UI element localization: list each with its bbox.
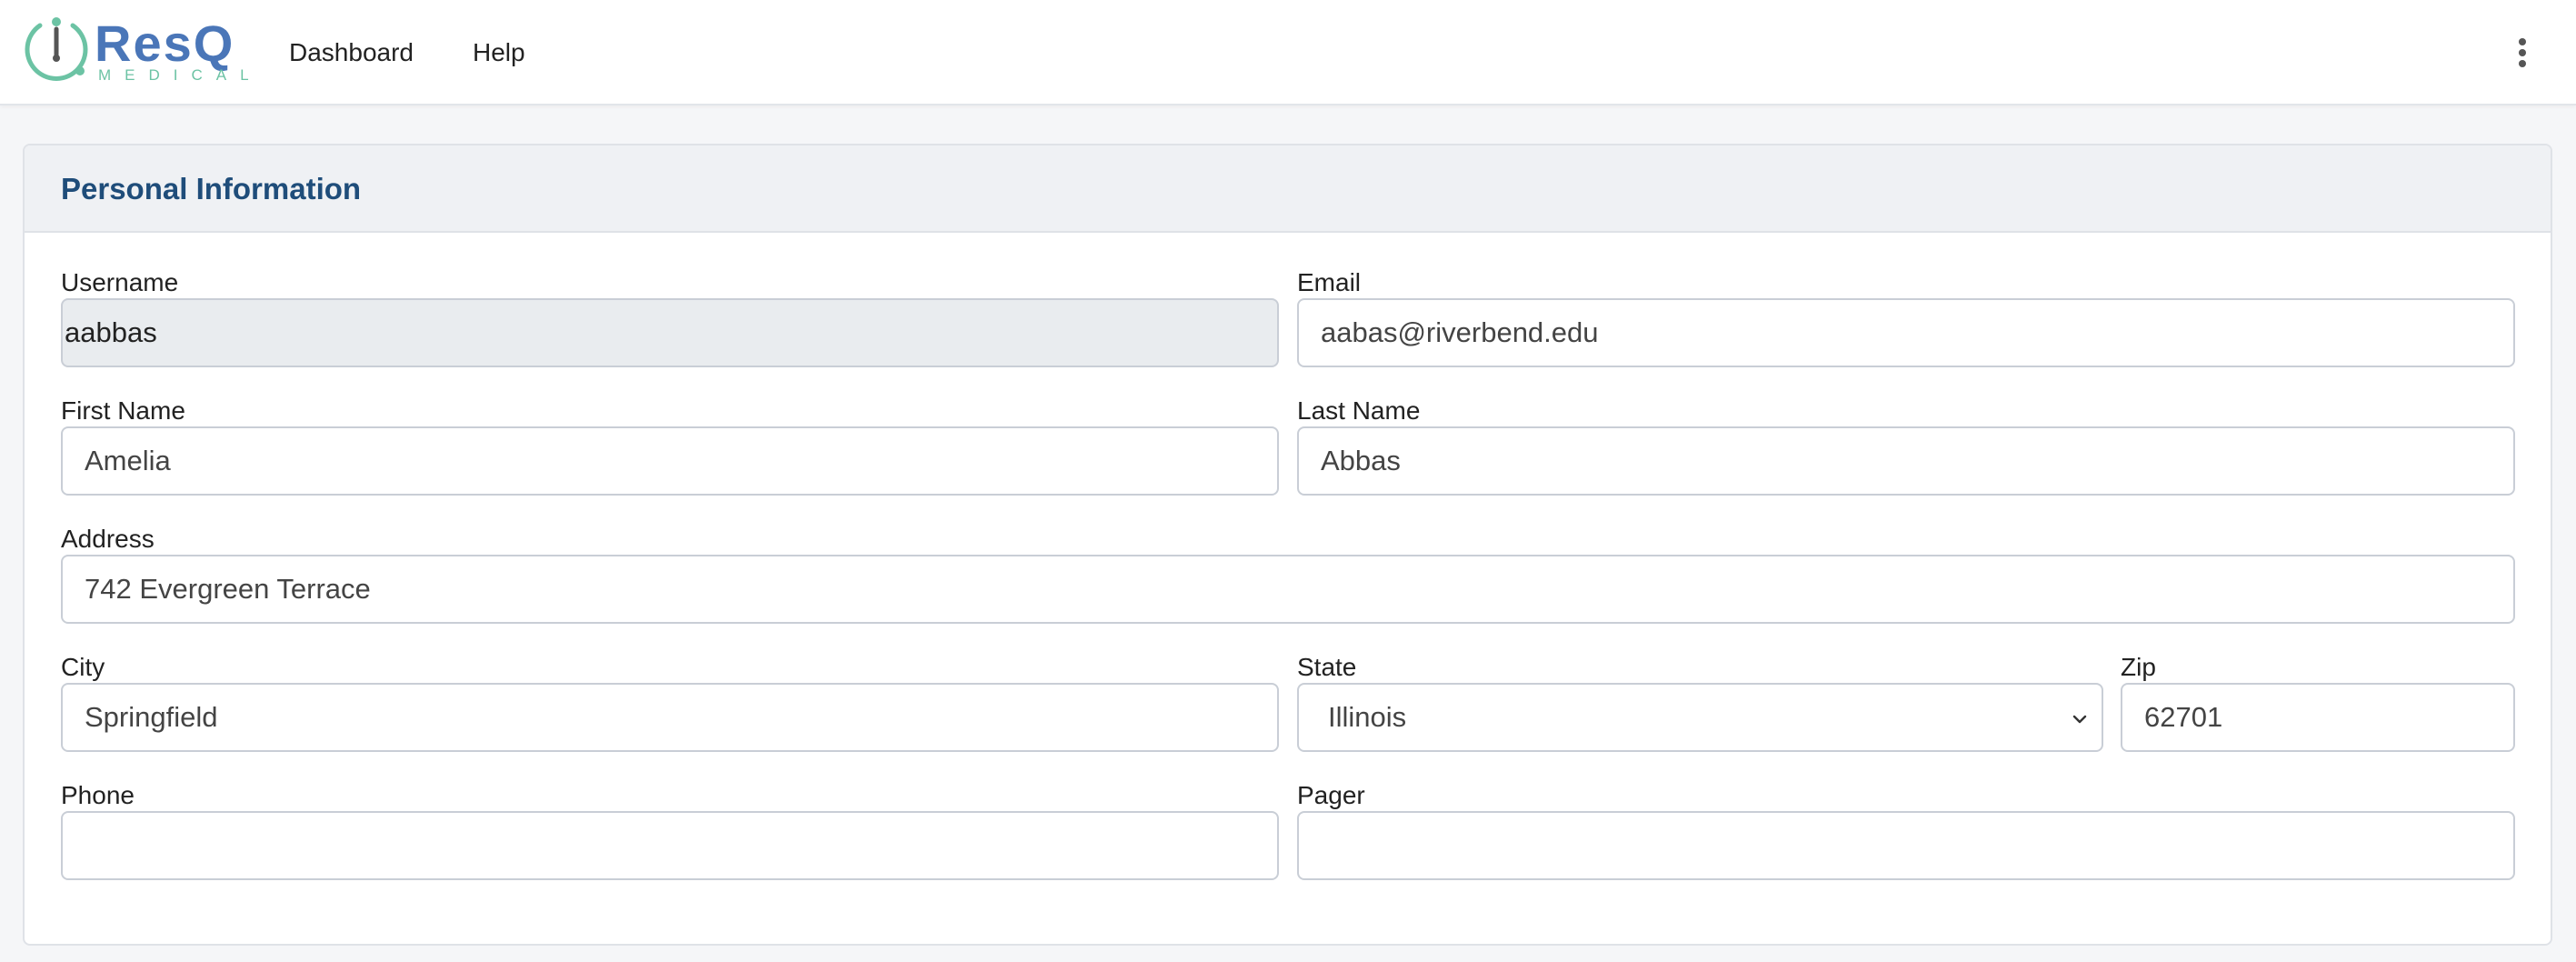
state-label: State [1297,653,1357,681]
username-field[interactable] [61,298,1279,367]
address-field[interactable] [61,555,2515,624]
pager-field[interactable] [1297,811,2515,880]
brand-logo[interactable]: ResQ MEDICAL [22,15,249,87]
top-navbar: ResQ MEDICAL Dashboard Help [0,0,2576,105]
card-title: Personal Information [61,172,362,205]
last-name-field[interactable] [1297,426,2515,496]
personal-information-card: Personal Information Username Email Firs… [23,144,2552,946]
city-label: City [61,653,105,681]
first-name-label: First Name [61,396,185,425]
last-name-label: Last Name [1297,396,1421,425]
pager-label: Pager [1297,781,1365,809]
zip-label: Zip [2121,653,2156,681]
first-name-field[interactable] [61,426,1279,496]
brand-name: ResQ [95,15,235,72]
brand-subtitle: MEDICAL [98,66,263,84]
city-field[interactable] [61,683,1279,752]
nav-help-link[interactable]: Help [473,35,525,71]
resq-logo-icon [25,17,88,81]
kebab-dot [2519,38,2526,45]
kebab-dot [2519,49,2526,56]
phone-field[interactable] [61,811,1279,880]
state-selected-value: Illinois [1328,701,1407,733]
username-label: Username [61,268,179,296]
state-select[interactable]: Illinois [1297,683,2103,752]
nav-dashboard-link[interactable]: Dashboard [289,35,414,71]
chevron-down-icon [2072,715,2087,724]
card-header: Personal Information [25,145,2551,233]
phone-label: Phone [61,781,135,809]
address-label: Address [61,525,155,553]
email-label: Email [1297,268,1362,296]
kebab-dot [2519,60,2526,67]
zip-field[interactable] [2121,683,2515,752]
kebab-menu-icon[interactable] [2509,35,2536,71]
email-field[interactable] [1297,298,2515,367]
